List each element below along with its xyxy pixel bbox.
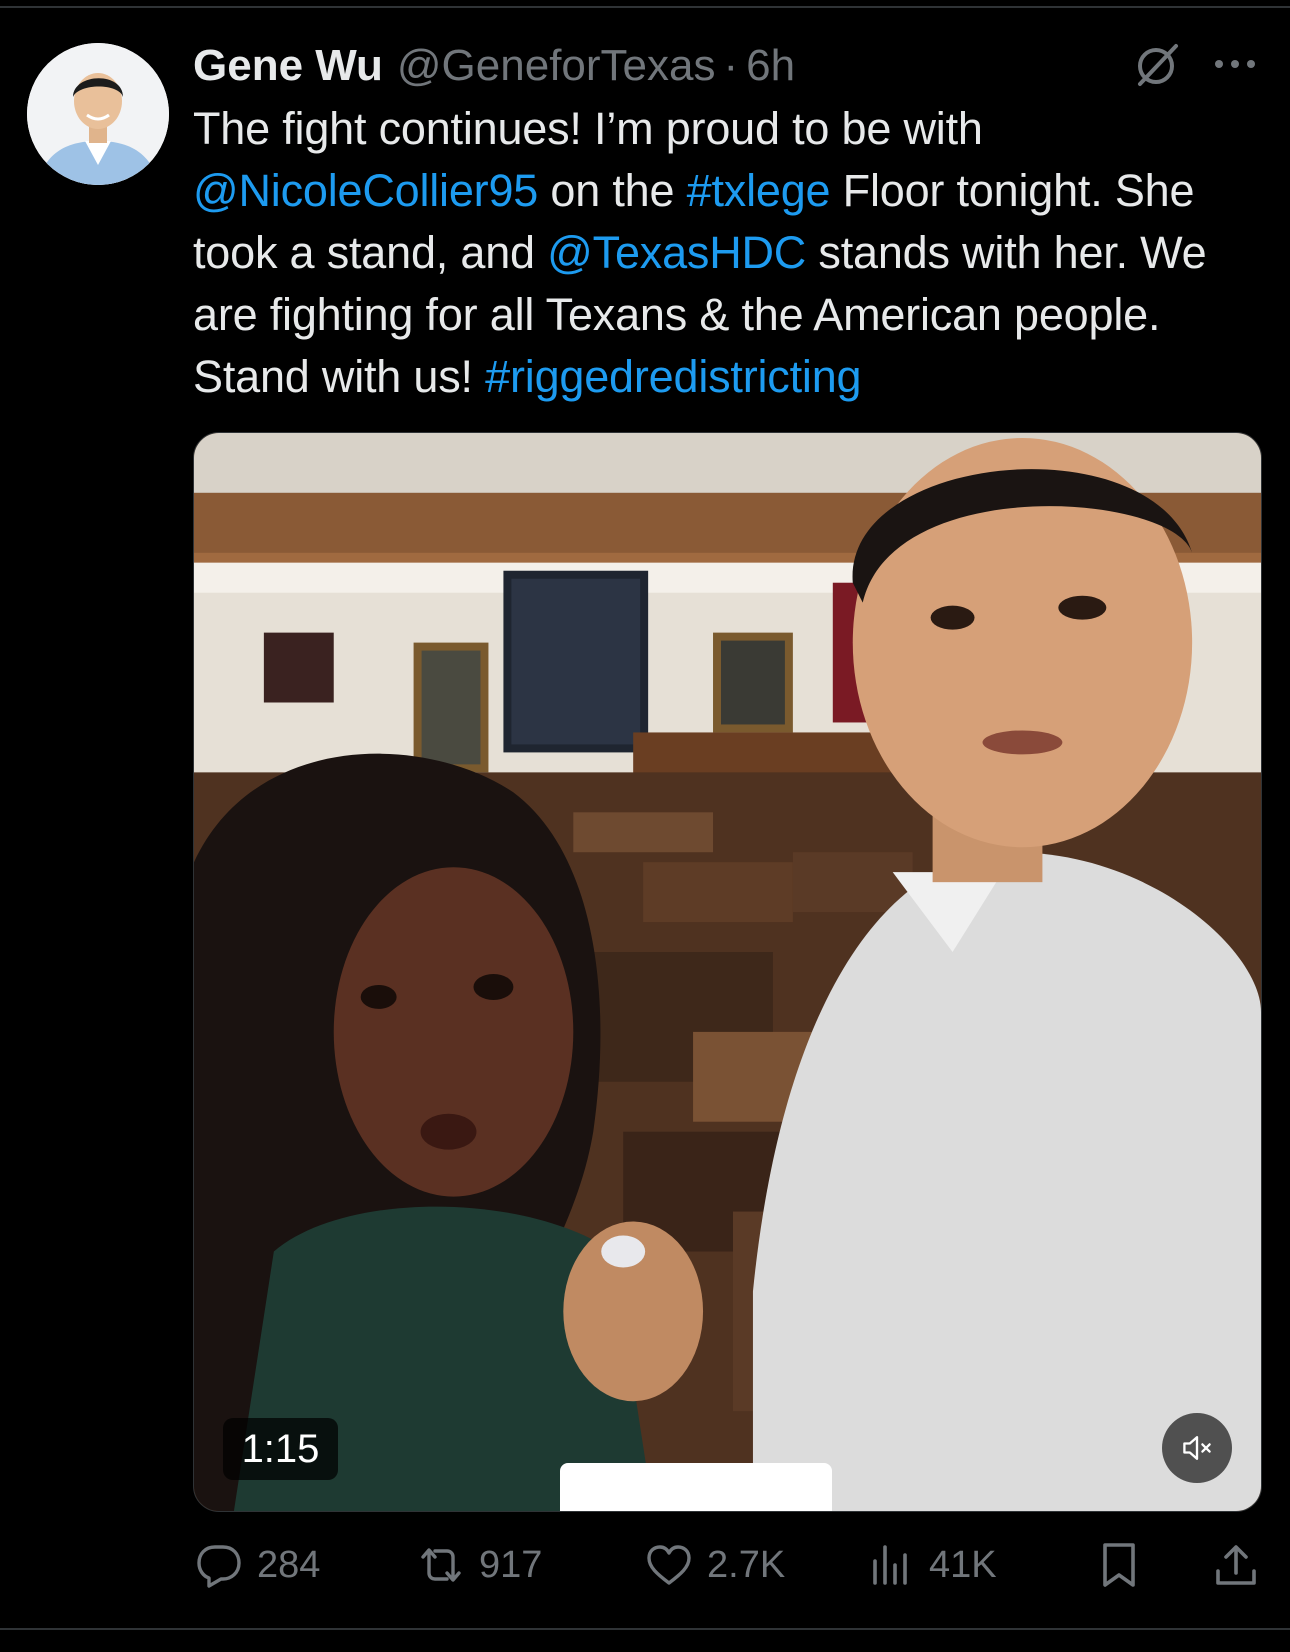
reply-count: 284 [257, 1543, 321, 1586]
share-icon [1216, 1545, 1256, 1585]
like-icon [647, 1545, 691, 1585]
post-timestamp[interactable]: 6h [746, 41, 795, 91]
views-icon [873, 1545, 907, 1585]
mention-link[interactable]: @NicoleCollier95 [193, 165, 538, 216]
like-button[interactable]: 2.7K [643, 1535, 785, 1595]
hashtag-link[interactable]: #txlege [687, 165, 831, 216]
reply-icon [197, 1545, 241, 1588]
video-player[interactable]: 1:15 [193, 432, 1262, 1512]
author-handle[interactable]: @GeneforTexas [397, 41, 716, 91]
repost-icon [421, 1548, 461, 1582]
repost-count: 917 [479, 1543, 543, 1586]
reply-button[interactable]: 284 [193, 1535, 320, 1595]
text-segment: on the [538, 165, 687, 216]
video-caption-overlay [560, 1463, 832, 1511]
share-button[interactable] [1210, 1535, 1262, 1595]
more-icon[interactable] [1210, 46, 1260, 82]
bookmark-icon [1103, 1543, 1135, 1587]
separator-dot: · [723, 41, 739, 90]
bookmark-button[interactable] [1093, 1535, 1145, 1595]
hashtag-link[interactable]: #riggedredistricting [485, 351, 861, 402]
mention-link[interactable]: @TexasHDC [547, 227, 806, 278]
top-divider [0, 6, 1290, 8]
post-header: Gene Wu @GeneforTexas · 6h [193, 36, 795, 96]
grok-icon[interactable] [1132, 40, 1182, 90]
avatar[interactable] [27, 43, 169, 185]
video-frame [194, 433, 1261, 1511]
video-duration-badge: 1:15 [223, 1418, 338, 1480]
avatar-photo [27, 43, 169, 185]
mute-button[interactable] [1162, 1413, 1232, 1483]
views-count: 41K [929, 1543, 997, 1586]
author-display-name[interactable]: Gene Wu [193, 41, 383, 91]
post-text: The fight continues! I’m proud to be wit… [193, 98, 1268, 408]
bottom-divider [0, 1628, 1290, 1630]
repost-button[interactable]: 917 [415, 1535, 542, 1595]
like-count: 2.7K [707, 1543, 786, 1586]
mute-icon [1183, 1436, 1211, 1460]
text-segment: The fight continues! I’m proud to be wit… [193, 103, 983, 154]
action-bar: 284 917 2.7K 41K [193, 1535, 1268, 1595]
views-button[interactable]: 41K [865, 1535, 997, 1595]
